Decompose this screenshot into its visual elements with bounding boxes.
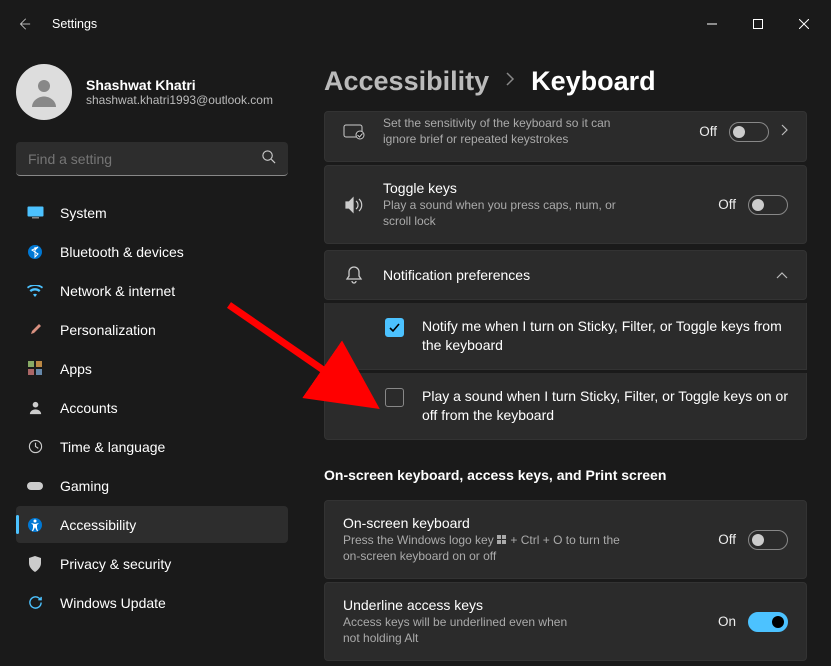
nav-apps[interactable]: Apps [16, 350, 288, 387]
accessibility-icon [26, 516, 44, 534]
apps-icon [26, 360, 44, 378]
toggle-state: Off [718, 197, 736, 212]
back-button[interactable] [4, 4, 44, 44]
card-desc: Access keys will be underlined even when… [343, 615, 583, 646]
osk-toggle[interactable] [748, 530, 788, 550]
nav-accounts[interactable]: Accounts [16, 389, 288, 426]
breadcrumb: Accessibility Keyboard [324, 66, 807, 97]
card-osk[interactable]: On-screen keyboard Press the Windows log… [324, 500, 807, 579]
profile-block[interactable]: Shashwat Khatri shashwat.khatri1993@outl… [16, 56, 288, 134]
notify-checkbox[interactable] [385, 318, 404, 337]
nav-label: Bluetooth & devices [60, 244, 184, 260]
nav-update[interactable]: Windows Update [16, 584, 288, 621]
card-desc: Play a sound when you press caps, num, o… [383, 198, 623, 229]
search-icon [261, 149, 276, 169]
nav-gaming[interactable]: Gaming [16, 467, 288, 504]
brush-icon [26, 321, 44, 339]
nav-bluetooth[interactable]: Bluetooth & devices [16, 233, 288, 270]
filter-keys-toggle[interactable] [729, 122, 769, 142]
card-title: Notification preferences [383, 267, 758, 283]
section-heading: On-screen keyboard, access keys, and Pri… [324, 467, 807, 483]
card-filter-keys[interactable]: Set the sensitivity of the keyboard so i… [324, 111, 807, 162]
card-desc: Press the Windows logo key + Ctrl + O to… [343, 533, 623, 564]
nav-label: Accessibility [60, 517, 136, 533]
card-title: Toggle keys [383, 180, 700, 196]
nav-label: Accounts [60, 400, 118, 416]
chevron-right-icon [505, 72, 515, 91]
nav-network[interactable]: Network & internet [16, 272, 288, 309]
nav-label: Apps [60, 361, 92, 377]
checkbox-label: Notify me when I turn on Sticky, Filter,… [422, 317, 788, 355]
toggle-state: Off [718, 532, 736, 547]
card-title: On-screen keyboard [343, 515, 700, 531]
user-icon [26, 399, 44, 417]
profile-name: Shashwat Khatri [86, 77, 273, 93]
card-underline-access[interactable]: Underline access keys Access keys will b… [324, 582, 807, 661]
nav-label: Network & internet [60, 283, 175, 299]
page-title: Keyboard [531, 66, 656, 97]
nav-label: Windows Update [60, 595, 166, 611]
maximize-button[interactable] [735, 8, 781, 40]
speaker-icon [343, 196, 365, 214]
nav-label: System [60, 205, 107, 221]
chevron-right-icon[interactable] [781, 124, 788, 139]
clock-icon [26, 438, 44, 456]
toggle-state: On [718, 614, 736, 629]
update-icon [26, 594, 44, 612]
wifi-icon [26, 282, 44, 300]
avatar [16, 64, 72, 120]
card-notification-prefs[interactable]: Notification preferences [324, 250, 807, 300]
nav-label: Gaming [60, 478, 109, 494]
underline-toggle[interactable] [748, 612, 788, 632]
bluetooth-icon [26, 243, 44, 261]
nav-time[interactable]: Time & language [16, 428, 288, 465]
search-box[interactable] [16, 142, 288, 176]
profile-email: shashwat.khatri1993@outlook.com [86, 93, 273, 107]
search-input[interactable] [16, 142, 288, 176]
nav-label: Privacy & security [60, 556, 171, 572]
close-button[interactable] [781, 8, 827, 40]
checkbox-label: Play a sound when I turn Sticky, Filter,… [422, 387, 788, 425]
gaming-icon [26, 477, 44, 495]
bell-icon [343, 265, 365, 285]
nav-system[interactable]: System [16, 194, 288, 231]
nav-label: Time & language [60, 439, 165, 455]
toggle-state: Off [699, 124, 717, 139]
card-title: Underline access keys [343, 597, 700, 613]
notif-pref-sound-row[interactable]: Play a sound when I turn Sticky, Filter,… [324, 373, 807, 440]
minimize-button[interactable] [689, 8, 735, 40]
shield-icon [26, 555, 44, 573]
breadcrumb-parent[interactable]: Accessibility [324, 66, 489, 97]
window-title: Settings [52, 17, 97, 31]
nav-accessibility[interactable]: Accessibility [16, 506, 288, 543]
chevron-up-icon[interactable] [776, 268, 788, 282]
windows-key-icon [497, 535, 507, 545]
keyboard-icon [343, 124, 365, 140]
toggle-keys-toggle[interactable] [748, 195, 788, 215]
nav-privacy[interactable]: Privacy & security [16, 545, 288, 582]
display-icon [26, 204, 44, 222]
nav-label: Personalization [60, 322, 156, 338]
nav-personalization[interactable]: Personalization [16, 311, 288, 348]
play-sound-checkbox[interactable] [385, 388, 404, 407]
card-toggle-keys[interactable]: Toggle keys Play a sound when you press … [324, 165, 807, 244]
card-desc: Set the sensitivity of the keyboard so i… [383, 116, 623, 147]
notif-pref-notify-row[interactable]: Notify me when I turn on Sticky, Filter,… [324, 303, 807, 370]
